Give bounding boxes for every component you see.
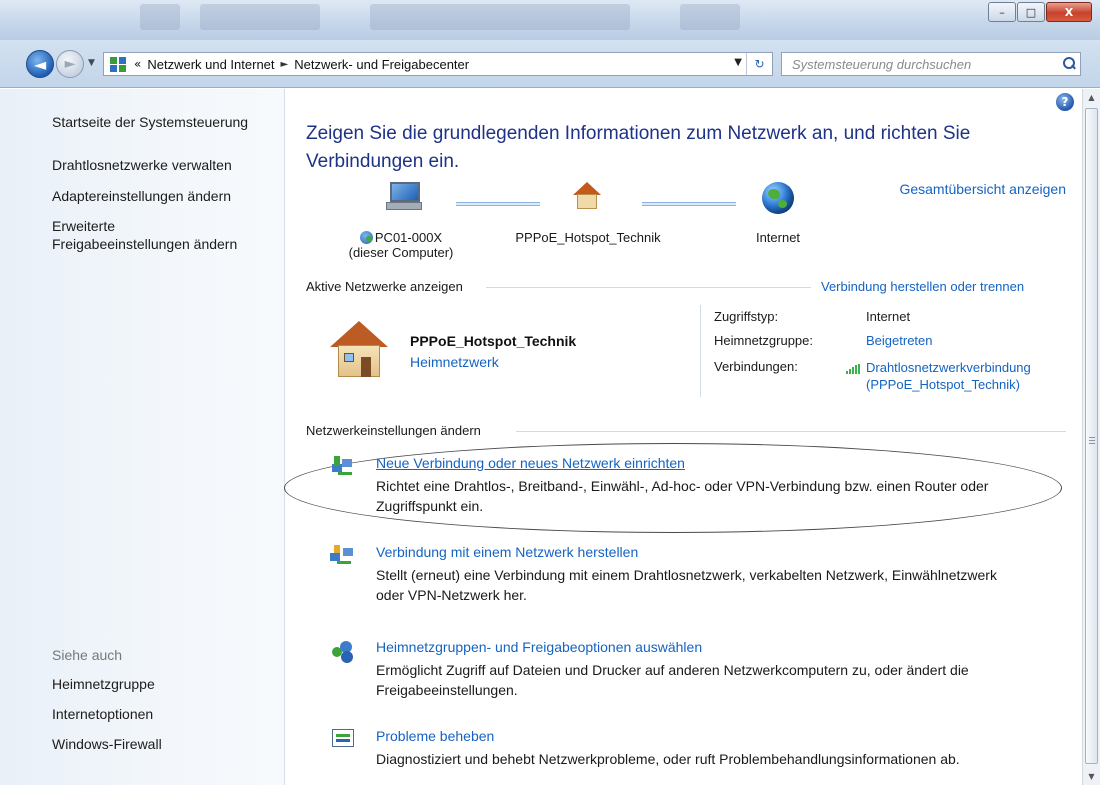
sidebar-item-homegroup[interactable]: Heimnetzgruppe xyxy=(52,676,155,692)
section-divider xyxy=(516,431,1066,432)
breadcrumb-overflow[interactable]: « xyxy=(134,57,141,71)
homegroup-label: Heimnetzgruppe: xyxy=(714,333,813,348)
network-type-link[interactable]: Heimnetzwerk xyxy=(410,354,499,370)
new-connection-icon xyxy=(330,456,356,478)
scroll-thumb[interactable] xyxy=(1085,108,1098,764)
window-controls: – □ X xyxy=(987,2,1092,22)
search-input[interactable]: Systemsteuerung durchsuchen xyxy=(781,52,1081,76)
control-panel-icon xyxy=(108,55,130,73)
search-icon[interactable] xyxy=(1062,57,1076,71)
address-dropdown[interactable]: ▼ xyxy=(734,57,742,68)
task-homegroup-options: Heimnetzgruppen- und Freigabeoptionen au… xyxy=(376,639,1066,700)
sidebar: Startseite der Systemsteuerung Drahtlosn… xyxy=(0,89,285,785)
house-icon[interactable] xyxy=(573,182,601,210)
blurred-toolbar-area xyxy=(370,4,630,30)
forward-button[interactable]: ► xyxy=(56,50,84,78)
back-button[interactable]: ◄ xyxy=(26,50,54,78)
signal-icon xyxy=(846,364,860,374)
task-homegroup-options-link[interactable]: Heimnetzgruppen- und Freigabeoptionen au… xyxy=(376,639,1066,655)
back-icon: ◄ xyxy=(33,54,47,74)
computer-caption: (dieser Computer) xyxy=(348,245,454,260)
scroll-up-button[interactable]: ▲ xyxy=(1083,89,1100,106)
house-icon xyxy=(330,321,388,379)
globe-icon[interactable] xyxy=(762,182,794,214)
maximize-button[interactable]: □ xyxy=(1017,2,1045,22)
connect-network-icon xyxy=(330,545,356,567)
computer-name: PC01-000X xyxy=(336,230,466,245)
change-settings-heading: Netzwerkeinstellungen ändern xyxy=(306,423,489,438)
title-bar: – □ X xyxy=(0,0,1100,40)
recent-pages-dropdown[interactable]: ▼ xyxy=(88,58,95,68)
sidebar-item-advanced-sharing[interactable]: Erweiterte Freigabeeinstellungen ändern xyxy=(52,217,237,253)
navigation-bar: ◄ ► ▼ « Netzwerk und Internet ► Netzwerk… xyxy=(0,40,1100,88)
task-description: Diagnostiziert und behebt Netzwerkproble… xyxy=(376,751,960,767)
close-button[interactable]: X xyxy=(1046,2,1092,22)
sidebar-item-label: Freigabeeinstellungen ändern xyxy=(52,236,238,252)
scroll-down-button[interactable]: ▼ xyxy=(1083,768,1100,785)
forward-icon: ► xyxy=(64,56,76,72)
map-node-network: PPPoE_Hotspot_Technik xyxy=(515,230,661,245)
map-connector-line xyxy=(642,202,736,206)
breadcrumb: « Netzwerk und Internet ► Netzwerk- und … xyxy=(130,57,469,72)
section-divider xyxy=(486,287,811,288)
task-description: Stellt (erneut) eine Verbindung mit eine… xyxy=(376,567,997,583)
page-title-line: Zeigen Sie die grundlegenden Information… xyxy=(306,123,971,144)
map-connector-line xyxy=(456,202,540,206)
wireless-connection-link[interactable]: Drahtlosnetzwerkverbindung (PPPoE_Hotspo… xyxy=(866,359,1031,393)
task-description: Freigabeeinstellungen. xyxy=(376,682,518,698)
sidebar-item-manage-wireless[interactable]: Drahtlosnetzwerke verwalten xyxy=(52,157,232,173)
task-new-connection-link[interactable]: Neue Verbindung oder neues Netzwerk einr… xyxy=(376,455,1066,471)
connection-name: Drahtlosnetzwerkverbindung xyxy=(866,360,1031,375)
task-description: Richtet eine Drahtlos-, Breitband-, Einw… xyxy=(376,478,989,494)
computer-icon[interactable] xyxy=(386,180,422,210)
task-description: Zugriffspunkt ein. xyxy=(376,498,484,514)
map-node-computer: PC01-000X (dieser Computer) xyxy=(336,230,466,260)
vertical-scrollbar[interactable]: ▲ ▼ xyxy=(1082,89,1100,785)
sidebar-item-internet-options[interactable]: Internetoptionen xyxy=(52,706,153,722)
task-description: oder VPN-Netzwerk her. xyxy=(376,587,527,603)
task-troubleshoot: Probleme beheben Diagnostiziert und behe… xyxy=(376,728,1066,769)
sidebar-item-adapter-settings[interactable]: Adaptereinstellungen ändern xyxy=(52,188,231,204)
task-connect-network: Verbindung mit einem Netzwerk herstellen… xyxy=(376,544,1066,605)
page-title-line: Verbindungen ein. xyxy=(306,151,460,172)
search-placeholder: Systemsteuerung durchsuchen xyxy=(792,56,972,72)
breadcrumb-item-sharing-center[interactable]: Netzwerk- und Freigabecenter xyxy=(294,57,469,72)
blurred-toolbar-area xyxy=(680,4,740,30)
connection-ssid: (PPPoE_Hotspot_Technik) xyxy=(866,377,1020,392)
homegroup-value-link[interactable]: Beigetreten xyxy=(866,333,933,348)
homegroup-small-icon xyxy=(359,231,373,244)
task-connect-network-link[interactable]: Verbindung mit einem Netzwerk herstellen xyxy=(376,544,1066,560)
access-type-label: Zugriffstyp: xyxy=(714,309,779,324)
connect-disconnect-link[interactable]: Verbindung herstellen oder trennen xyxy=(821,279,1024,294)
page-title: Zeigen Sie die grundlegenden Information… xyxy=(306,120,1066,176)
task-description: Ermöglicht Zugriff auf Dateien und Druck… xyxy=(376,662,969,678)
full-map-link[interactable]: Gesamtübersicht anzeigen xyxy=(899,181,1066,197)
main-content: ? Zeigen Sie die grundlegenden Informati… xyxy=(284,89,1082,785)
homegroup-icon xyxy=(330,641,356,663)
access-type-value: Internet xyxy=(866,309,911,324)
network-name: PPPoE_Hotspot_Technik xyxy=(410,333,577,349)
address-bar[interactable]: « Netzwerk und Internet ► Netzwerk- und … xyxy=(103,52,773,76)
connections-label: Verbindungen: xyxy=(714,359,798,374)
refresh-button[interactable]: ↻ xyxy=(746,53,772,75)
task-troubleshoot-link[interactable]: Probleme beheben xyxy=(376,728,1066,744)
map-node-internet: Internet xyxy=(755,230,801,245)
see-also-label: Siehe auch xyxy=(52,647,123,663)
sidebar-item-windows-firewall[interactable]: Windows-Firewall xyxy=(52,736,162,752)
blurred-toolbar-area xyxy=(200,4,320,30)
blurred-toolbar-area xyxy=(140,4,180,30)
breadcrumb-separator[interactable]: ► xyxy=(281,59,289,70)
help-icon[interactable]: ? xyxy=(1056,93,1074,111)
breadcrumb-item-network-internet[interactable]: Netzwerk und Internet xyxy=(147,57,274,72)
task-new-connection: Neue Verbindung oder neues Netzwerk einr… xyxy=(376,455,1066,516)
sidebar-item-label: Erweiterte xyxy=(52,218,116,234)
minimize-button[interactable]: – xyxy=(988,2,1016,22)
vertical-divider xyxy=(700,305,701,397)
sidebar-item-control-panel-home[interactable]: Startseite der Systemsteuerung xyxy=(52,114,248,130)
troubleshoot-icon xyxy=(330,729,356,751)
active-networks-heading: Aktive Netzwerke anzeigen xyxy=(306,279,471,294)
